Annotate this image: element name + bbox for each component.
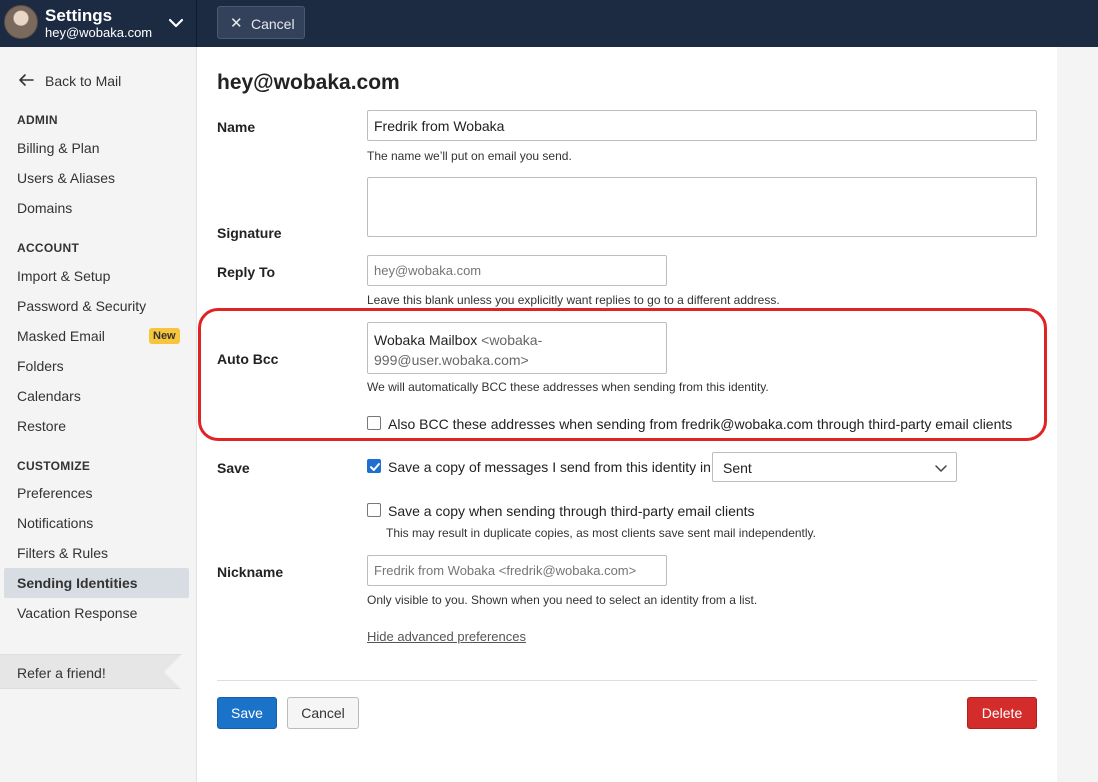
- new-badge: New: [149, 328, 180, 344]
- save-third-party-help: This may result in duplicate copies, as …: [386, 526, 816, 540]
- page-title: hey@wobaka.com: [217, 71, 400, 94]
- save-folder-select[interactable]: Sent: [712, 452, 957, 482]
- account-email: hey@wobaka.com: [45, 25, 153, 40]
- sidebar-item-import[interactable]: Import & Setup: [4, 261, 189, 291]
- sidebar-item-label: Filters & Rules: [17, 545, 109, 561]
- divider: [217, 680, 1037, 681]
- sidebar-item-calendars[interactable]: Calendars: [4, 381, 189, 411]
- signature-editor[interactable]: [367, 177, 1037, 237]
- hide-advanced-link[interactable]: Hide advanced preferences: [367, 629, 526, 644]
- sidebar-item-masked-email[interactable]: Masked Email New: [4, 321, 189, 351]
- sidebar-item-label: Import & Setup: [17, 268, 111, 284]
- bcc-third-party-label: Also BCC these addresses when sending fr…: [388, 416, 1013, 432]
- avatar: [4, 5, 38, 39]
- sidebar-item-label: Domains: [17, 200, 73, 216]
- sidebar-item-label: Restore: [17, 418, 67, 434]
- cancel-button-label: Cancel: [251, 16, 295, 32]
- name-input[interactable]: [367, 110, 1037, 141]
- sidebar-item-label: Vacation Response: [17, 605, 138, 621]
- sidebar-item-label: Sending Identities: [17, 575, 138, 591]
- name-label: Name: [217, 119, 256, 135]
- save-label: Save: [217, 460, 250, 476]
- signature-label: Signature: [217, 225, 282, 241]
- auto-bcc-label: Auto Bcc: [217, 351, 279, 367]
- refer-friend-button[interactable]: Refer a friend!: [0, 654, 182, 689]
- reply-to-label: Reply To: [217, 264, 276, 280]
- auto-bcc-help: We will automatically BCC these addresse…: [367, 380, 769, 394]
- top-bar: Settings hey@wobaka.com ✕ Cancel: [0, 0, 1098, 47]
- section-admin: ADMIN: [17, 113, 58, 127]
- account-switcher[interactable]: Settings hey@wobaka.com: [0, 0, 197, 47]
- save-folder-value: Sent: [723, 460, 752, 476]
- refer-notch: [164, 654, 182, 690]
- sidebar-item-sending-identities[interactable]: Sending Identities: [4, 568, 189, 598]
- bcc-recipient-address-part1: <wobaka-: [481, 332, 543, 348]
- chevron-down-icon: [935, 465, 947, 472]
- checkmark-icon: [370, 463, 380, 471]
- sidebar-item-filters[interactable]: Filters & Rules: [4, 538, 189, 568]
- reply-to-input[interactable]: [367, 255, 667, 286]
- sidebar-item-label: Billing & Plan: [17, 140, 100, 156]
- sidebar-item-label: Calendars: [17, 388, 81, 404]
- sidebar-item-label: Preferences: [17, 485, 93, 501]
- right-gutter: [1057, 47, 1098, 782]
- sidebar-item-label: Password & Security: [17, 298, 147, 314]
- delete-button[interactable]: Delete: [967, 697, 1037, 729]
- sidebar-item-domains[interactable]: Domains: [4, 193, 189, 223]
- save-copy-label: Save a copy of messages I send from this…: [388, 459, 711, 475]
- section-customize: CUSTOMIZE: [17, 459, 91, 473]
- save-third-party-label: Save a copy when sending through third-p…: [388, 503, 755, 519]
- sidebar-item-password[interactable]: Password & Security: [4, 291, 189, 321]
- sidebar-item-label: Folders: [17, 358, 64, 374]
- close-icon: ✕: [230, 15, 243, 32]
- sidebar-item-preferences[interactable]: Preferences: [4, 478, 189, 508]
- sidebar-item-label: Masked Email: [17, 328, 105, 344]
- nickname-input[interactable]: [367, 555, 667, 586]
- save-button[interactable]: Save: [217, 697, 277, 729]
- sidebar-item-billing[interactable]: Billing & Plan: [4, 133, 189, 163]
- sidebar-item-vacation[interactable]: Vacation Response: [4, 598, 189, 628]
- sidebar: Back to Mail ADMIN Billing & Plan Users …: [0, 47, 197, 782]
- nickname-label: Nickname: [217, 564, 284, 580]
- sidebar-item-label: Notifications: [17, 515, 94, 531]
- save-copy-checkbox[interactable]: [367, 459, 381, 473]
- cancel-button-top[interactable]: ✕ Cancel: [217, 6, 305, 39]
- cancel-button[interactable]: Cancel: [287, 697, 359, 729]
- chevron-down-icon: [168, 18, 184, 28]
- sidebar-item-restore[interactable]: Restore: [4, 411, 189, 441]
- sidebar-item-folders[interactable]: Folders: [4, 351, 189, 381]
- main-panel: hey@wobaka.com Name The name we’ll put o…: [197, 47, 1057, 782]
- arrow-left-icon: [19, 74, 34, 86]
- reply-to-help: Leave this blank unless you explicitly w…: [367, 293, 780, 307]
- bcc-third-party-checkbox[interactable]: [367, 416, 381, 430]
- bcc-recipient-address-part2: 999@user.wobaka.com>: [374, 352, 529, 368]
- name-help: The name we’ll put on email you send.: [367, 149, 572, 163]
- refer-friend-label: Refer a friend!: [17, 665, 106, 681]
- save-third-party-checkbox[interactable]: [367, 503, 381, 517]
- auto-bcc-input[interactable]: Wobaka Mailbox <wobaka- 999@user.wobaka.…: [367, 322, 667, 374]
- section-account: ACCOUNT: [17, 241, 80, 255]
- nickname-help: Only visible to you. Shown when you need…: [367, 593, 758, 607]
- sidebar-item-users[interactable]: Users & Aliases: [4, 163, 189, 193]
- app-title: Settings: [45, 6, 113, 25]
- back-to-mail-label: Back to Mail: [45, 73, 122, 89]
- sidebar-item-label: Users & Aliases: [17, 170, 116, 186]
- sidebar-item-notifications[interactable]: Notifications: [4, 508, 189, 538]
- bcc-recipient-name: Wobaka Mailbox: [374, 332, 478, 348]
